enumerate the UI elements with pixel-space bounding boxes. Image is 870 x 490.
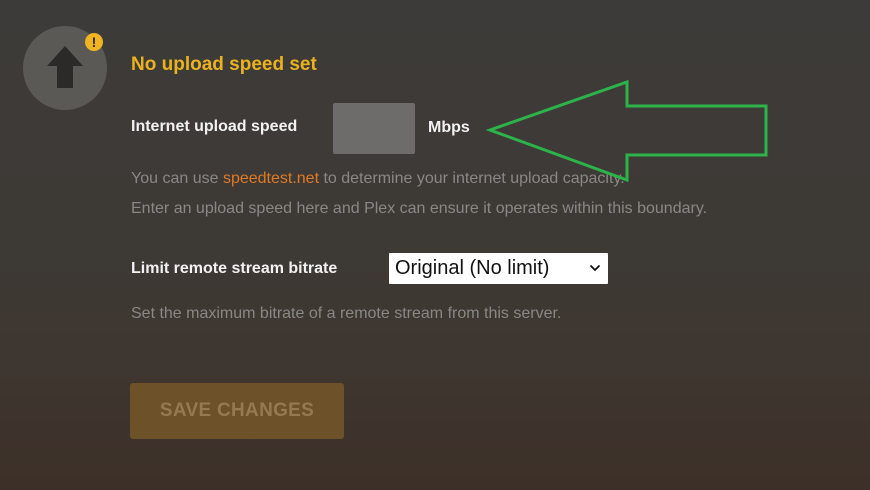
annotation-arrow-icon <box>485 79 768 183</box>
